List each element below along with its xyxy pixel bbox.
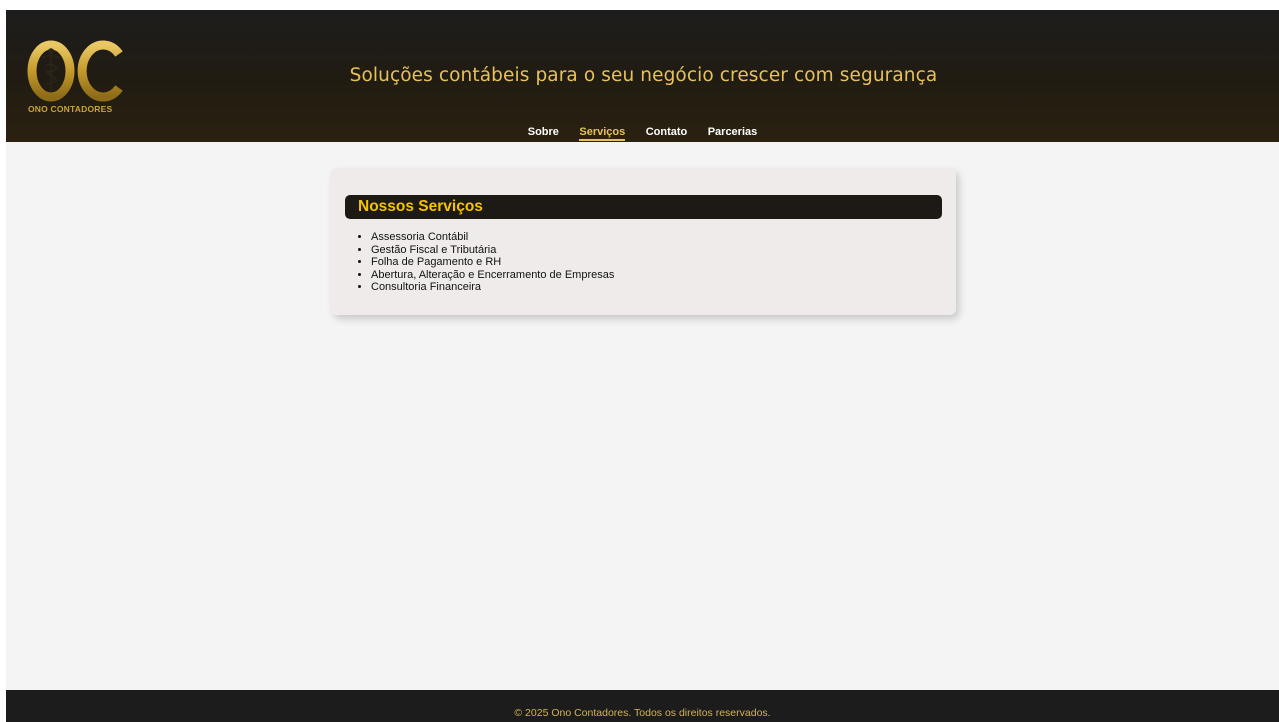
service-item: Assessoria Contábil: [371, 231, 614, 244]
services-title: Nossos Serviços: [358, 198, 483, 215]
service-item: Folha de Pagamento e RH: [371, 256, 614, 269]
nav-item-servicos[interactable]: Serviços: [579, 126, 626, 141]
service-item: Gestão Fiscal e Tributária: [371, 244, 614, 257]
site-tagline-text: Soluções contábeis para o seu negócio cr…: [349, 65, 938, 86]
services-card: Nossos Serviços Assessoria Contábil Gest…: [331, 168, 956, 315]
nav-item-contato[interactable]: Contato: [646, 126, 688, 138]
footer-copyright: © 2025 Ono Contadores. Todos os direitos…: [514, 707, 771, 719]
site-header: ONO CONTADORES Soluções contábeis para o…: [6, 10, 1279, 142]
service-item: Consultoria Financeira: [371, 281, 614, 294]
services-title-bar: Nossos Serviços: [345, 195, 942, 219]
nav-item-sobre[interactable]: Sobre: [528, 126, 559, 138]
logo-caption: ONO CONTADORES: [28, 104, 113, 114]
service-item: Abertura, Alteração e Encerramento de Em…: [371, 269, 614, 282]
nav-item-parcerias[interactable]: Parcerias: [708, 126, 758, 138]
site-footer: © 2025 Ono Contadores. Todos os direitos…: [6, 690, 1279, 722]
services-list: Assessoria Contábil Gestão Fiscal e Trib…: [355, 231, 614, 294]
site-tagline: Soluções contábeis para o seu negócio cr…: [6, 65, 1279, 86]
main-nav: Sobre Serviços Contato Parcerias: [6, 122, 1279, 141]
page-frame: ONO CONTADORES Soluções contábeis para o…: [6, 10, 1279, 722]
